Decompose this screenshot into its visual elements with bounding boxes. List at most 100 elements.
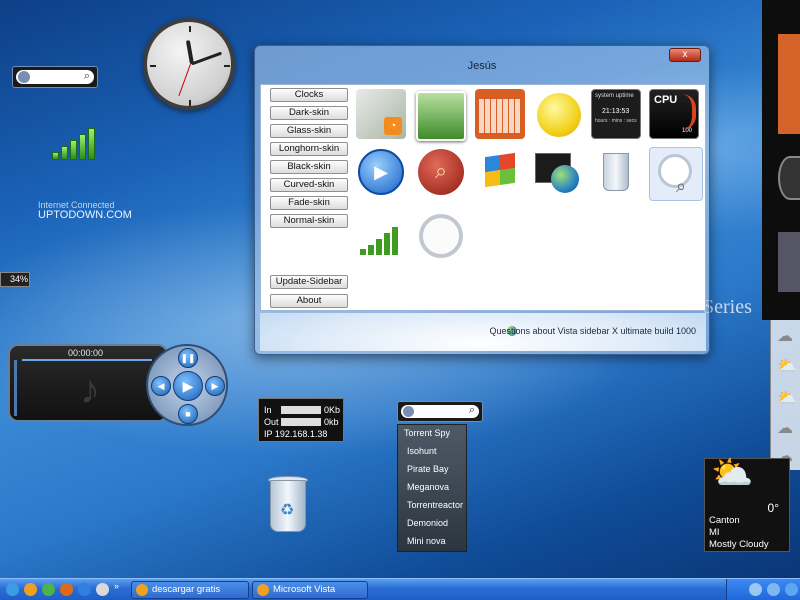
ie-icon[interactable] — [6, 583, 19, 596]
skin-button-dark[interactable]: Dark-skin — [270, 106, 348, 120]
second-hand — [178, 63, 191, 97]
gauge-widget[interactable] — [778, 156, 800, 200]
media-controls: ❚❚ ◀ ▶ ▶ ■ — [146, 344, 228, 426]
media-player-gadget-icon[interactable]: ▶ — [356, 147, 406, 197]
torrent-site-list: Torrent Spy Isohunt Pirate Bay Meganova … — [397, 424, 467, 552]
system-uptime-gadget-icon[interactable]: system uptime 21:13:53 hours : mins : se… — [591, 89, 641, 139]
firefox-icon[interactable] — [24, 583, 37, 596]
weather-city: Canton — [709, 515, 740, 526]
search-widget[interactable]: ⌕ — [12, 66, 98, 88]
taskbar-task[interactable]: descargar gratis Ares... — [131, 581, 249, 599]
skin-button-longhorn[interactable]: Longhorn-skin — [270, 142, 348, 156]
list-item[interactable]: Torrentreactor — [407, 500, 463, 510]
update-sidebar-button[interactable]: Update-Sidebar — [270, 275, 348, 289]
previous-button[interactable]: ◀ — [151, 376, 171, 396]
footer-link[interactable]: Questions about Vista sidebar X ultimate… — [490, 326, 696, 336]
skin-button-clocks[interactable]: Clocks — [270, 88, 348, 102]
network-globe-gadget-icon[interactable] — [533, 147, 583, 197]
messenger-icon[interactable] — [78, 583, 91, 596]
taskbar-task-label: descargar gratis Ares... — [152, 584, 221, 595]
recycle-bin-icon[interactable]: ♻ — [264, 476, 312, 534]
about-button[interactable]: About — [270, 294, 348, 308]
list-item[interactable]: Demoniod — [407, 518, 448, 528]
tray-icon[interactable] — [767, 583, 780, 596]
volume-bar[interactable] — [14, 360, 17, 416]
skin-button-fade[interactable]: Fade-skin — [270, 196, 348, 210]
weather-sun-gadget-icon[interactable] — [533, 89, 583, 139]
battery-percent: 34% — [10, 274, 29, 284]
media-time: 00:00:00 — [68, 348, 104, 358]
list-item[interactable]: Torrent Spy — [404, 428, 450, 438]
search-icon[interactable]: ⌕ — [84, 70, 90, 83]
calendar-widget[interactable] — [778, 34, 800, 134]
close-button[interactable]: x — [669, 48, 701, 62]
sun-cloud-icon: ⛅ — [777, 358, 797, 375]
slideshow-widget[interactable] — [778, 232, 800, 292]
in-bar — [281, 406, 321, 414]
taskbar-task-label: Microsoft Vista sideba... — [273, 584, 336, 595]
cloud-icon: ☁ — [777, 328, 793, 345]
sun-cloud-icon: ⛅ — [777, 390, 797, 407]
media-player-widget[interactable]: 00:00:00 ♪ — [8, 344, 168, 422]
sun-cloud-icon: ⛅ — [711, 454, 754, 492]
folder-icon[interactable] — [96, 583, 109, 596]
weather-widget[interactable]: ⛅ 0° Canton MI Mostly Cloudy — [704, 454, 790, 552]
weather-region: MI — [709, 527, 720, 538]
clock-widget[interactable] — [143, 18, 235, 110]
play-button[interactable]: ▶ — [173, 371, 203, 401]
windows-update-gadget-icon[interactable] — [475, 147, 525, 197]
next-button[interactable]: ▶ — [205, 376, 225, 396]
in-label: In — [264, 405, 272, 415]
cloud-icon: ☁ — [777, 420, 793, 437]
photo-slideshow-gadget-icon[interactable] — [416, 91, 466, 141]
music-note-icon: ♪ — [80, 368, 100, 412]
media-icon[interactable] — [42, 583, 55, 596]
uptime-caption: hours : mins : secs — [595, 118, 637, 124]
pause-button[interactable]: ❚❚ — [178, 348, 198, 368]
system-tray — [726, 579, 800, 600]
network-meter-widget: In 0Kb Out 0kb IP 192.168.1.38 — [258, 398, 344, 442]
list-item[interactable]: Meganova — [407, 482, 449, 492]
list-item[interactable]: Isohunt — [407, 446, 437, 456]
battery-widget: 34% — [0, 272, 30, 287]
clock-gadget-icon[interactable] — [416, 211, 466, 261]
quicklaunch-more-icon[interactable]: » — [114, 581, 119, 591]
calendar-gadget-icon[interactable] — [475, 89, 525, 139]
globe-icon — [403, 406, 414, 417]
window-footer: Questions about Vista sidebar X ultimate… — [260, 313, 706, 351]
search-icon[interactable]: ⌕ — [469, 404, 475, 417]
browser-icon[interactable] — [60, 583, 73, 596]
tray-icon[interactable] — [749, 583, 762, 596]
sidebar-settings-window: Jesús x Clocks Dark-skin Glass-skin Long… — [254, 45, 710, 355]
out-bar — [281, 418, 321, 426]
taskbar: » descargar gratis Ares... Microsoft Vis… — [0, 578, 800, 600]
out-value: 0kb — [324, 417, 339, 427]
skin-button-glass[interactable]: Glass-skin — [270, 124, 348, 138]
search-gadget-icon[interactable]: ⌕ — [416, 147, 466, 197]
seek-bar[interactable] — [22, 359, 152, 361]
magnifier-gadget-icon[interactable]: ⌕ — [649, 147, 703, 201]
ip-address: IP 192.168.1.38 — [264, 429, 328, 439]
globe-icon — [18, 71, 30, 83]
weather-temp: 0° — [767, 501, 779, 515]
skin-button-curved[interactable]: Curved-skin — [270, 178, 348, 192]
taskbar-task[interactable]: Microsoft Vista sideba... — [252, 581, 368, 599]
list-item[interactable]: Pirate Bay — [407, 464, 449, 474]
sidebar-right-column — [762, 0, 800, 320]
firefox-icon — [136, 584, 148, 596]
torrent-search-widget[interactable]: ⌕ — [397, 401, 483, 422]
list-item[interactable]: Mini nova — [407, 536, 446, 546]
in-value: 0Kb — [324, 405, 341, 415]
stop-button[interactable]: ■ — [178, 404, 198, 424]
rss-feed-gadget-icon[interactable]: ◔ — [356, 89, 406, 139]
recycle-bin-gadget-icon[interactable] — [591, 147, 641, 197]
window-client-area: Clocks Dark-skin Glass-skin Longhorn-ski… — [260, 84, 706, 311]
weather-condition: Mostly Cloudy — [709, 539, 769, 550]
signal-gadget-icon[interactable] — [356, 211, 406, 261]
connection-name: UPTODOWN.COM — [38, 209, 132, 221]
cpu-label: CPU — [654, 94, 678, 106]
skin-button-normal[interactable]: Normal-skin — [270, 214, 348, 228]
skin-button-black[interactable]: Black-skin — [270, 160, 348, 174]
cpu-meter-gadget-icon[interactable]: CPU 100 — [649, 89, 699, 139]
tray-icon[interactable] — [785, 583, 798, 596]
